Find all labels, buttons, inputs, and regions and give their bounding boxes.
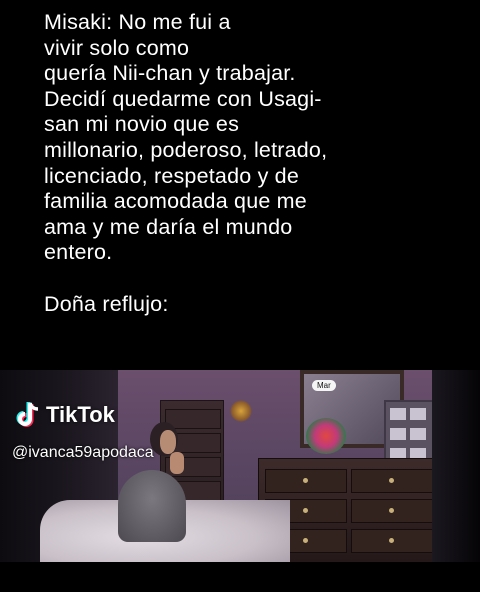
caption-line: millonario, poderoso, letrado,: [44, 137, 328, 162]
tiktok-handle: @ivanca59apodaca: [12, 444, 154, 461]
caption-line: licenciado, respetado y de: [44, 163, 300, 188]
caption-line: entero.: [44, 240, 113, 265]
caption-punchline: Doña reflujo:: [44, 291, 169, 316]
flower-decoration: [230, 400, 252, 422]
caption-line: familia acomodada que me: [44, 189, 307, 214]
praying-hands: [170, 452, 184, 474]
caption-line: ama y me daría el mundo: [44, 214, 293, 239]
channel-badge: Mar: [312, 380, 336, 391]
video-frame[interactable]: Mar TikTok @ivanca59apodaca: [0, 370, 480, 562]
tiktok-note-icon: [16, 402, 39, 427]
woman-praying: [118, 470, 186, 542]
right-shadow: [432, 370, 480, 562]
bottom-black-bar: [0, 562, 480, 592]
woman-face: [160, 430, 176, 454]
flower-decoration: [306, 418, 346, 454]
tiktok-brand: TikTok: [46, 402, 115, 427]
tiktok-watermark: TikTok: [16, 400, 115, 430]
caption-line: quería Nii-chan y trabajar.: [44, 61, 296, 86]
meme-caption: Misaki: No me fui a vivir solo como quer…: [44, 10, 464, 317]
caption-line: Decidí quedarme con Usagi-: [44, 86, 322, 111]
caption-line: Misaki: No me fui a: [44, 10, 231, 34]
caption-line: san mi novio que es: [44, 112, 240, 137]
caption-line: vivir solo como: [44, 35, 190, 60]
